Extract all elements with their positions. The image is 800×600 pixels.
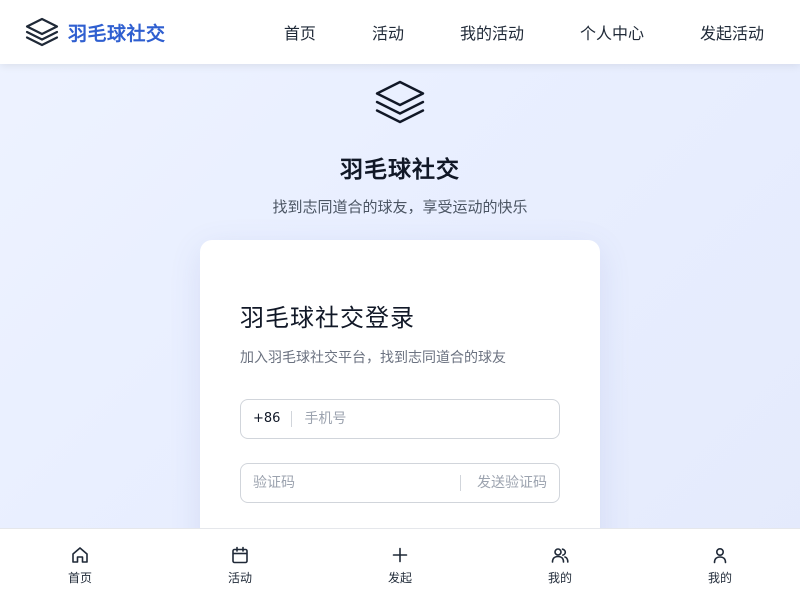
country-code-prefix[interactable]: +86 — [253, 411, 293, 427]
phone-input[interactable] — [304, 411, 547, 427]
bottom-tabbar: 首页 活动 发起 我的 我的 — [0, 528, 800, 600]
layers-icon — [24, 16, 60, 48]
calendar-icon — [230, 545, 250, 565]
brand[interactable]: 羽毛球社交 — [24, 16, 166, 48]
user-icon — [710, 545, 730, 565]
layers-icon — [373, 78, 427, 128]
hero: 羽毛球社交 找到志同道合的球友，享受运动的快乐 — [0, 78, 800, 217]
users-icon — [550, 545, 570, 565]
main-nav: 首页 活动 我的活动 个人中心 发起活动 — [284, 0, 764, 64]
nav-item-activities[interactable]: 活动 — [372, 20, 404, 44]
tab-activities[interactable]: 活动 — [160, 529, 320, 600]
code-field: 发送验证码 — [240, 463, 560, 503]
brand-name: 羽毛球社交 — [68, 22, 166, 45]
top-navbar: 羽毛球社交 首页 活动 我的活动 个人中心 发起活动 — [0, 0, 800, 64]
tab-home[interactable]: 首页 — [0, 529, 160, 600]
tab-label: 首页 — [67, 571, 92, 585]
tab-profile[interactable]: 我的 — [640, 529, 800, 600]
nav-item-my-activities[interactable]: 我的活动 — [460, 20, 524, 44]
tab-label: 活动 — [227, 571, 252, 585]
hero-subtitle: 找到志同道合的球友，享受运动的快乐 — [272, 198, 528, 216]
tab-label: 我的 — [707, 571, 732, 585]
tab-my-activities[interactable]: 我的 — [480, 529, 640, 600]
verification-code-input[interactable] — [253, 475, 460, 491]
nav-item-home[interactable]: 首页 — [284, 20, 316, 44]
login-title: 羽毛球社交登录 — [240, 304, 415, 332]
tab-create[interactable]: 发起 — [320, 529, 480, 600]
plus-icon — [390, 545, 410, 565]
phone-field: +86 — [240, 399, 560, 439]
home-icon — [70, 545, 90, 565]
login-card: 羽毛球社交登录 加入羽毛球社交平台，找到志同道合的球友 +86 发送验证码 — [200, 240, 600, 560]
nav-item-create-activity[interactable]: 发起活动 — [700, 20, 764, 44]
nav-item-profile[interactable]: 个人中心 — [580, 20, 644, 44]
hero-title: 羽毛球社交 — [340, 157, 460, 183]
tab-label: 发起 — [387, 571, 412, 585]
send-code-button[interactable]: 发送验证码 — [460, 475, 547, 491]
tab-label: 我的 — [547, 571, 572, 585]
login-subtitle: 加入羽毛球社交平台，找到志同道合的球友 — [240, 350, 506, 366]
